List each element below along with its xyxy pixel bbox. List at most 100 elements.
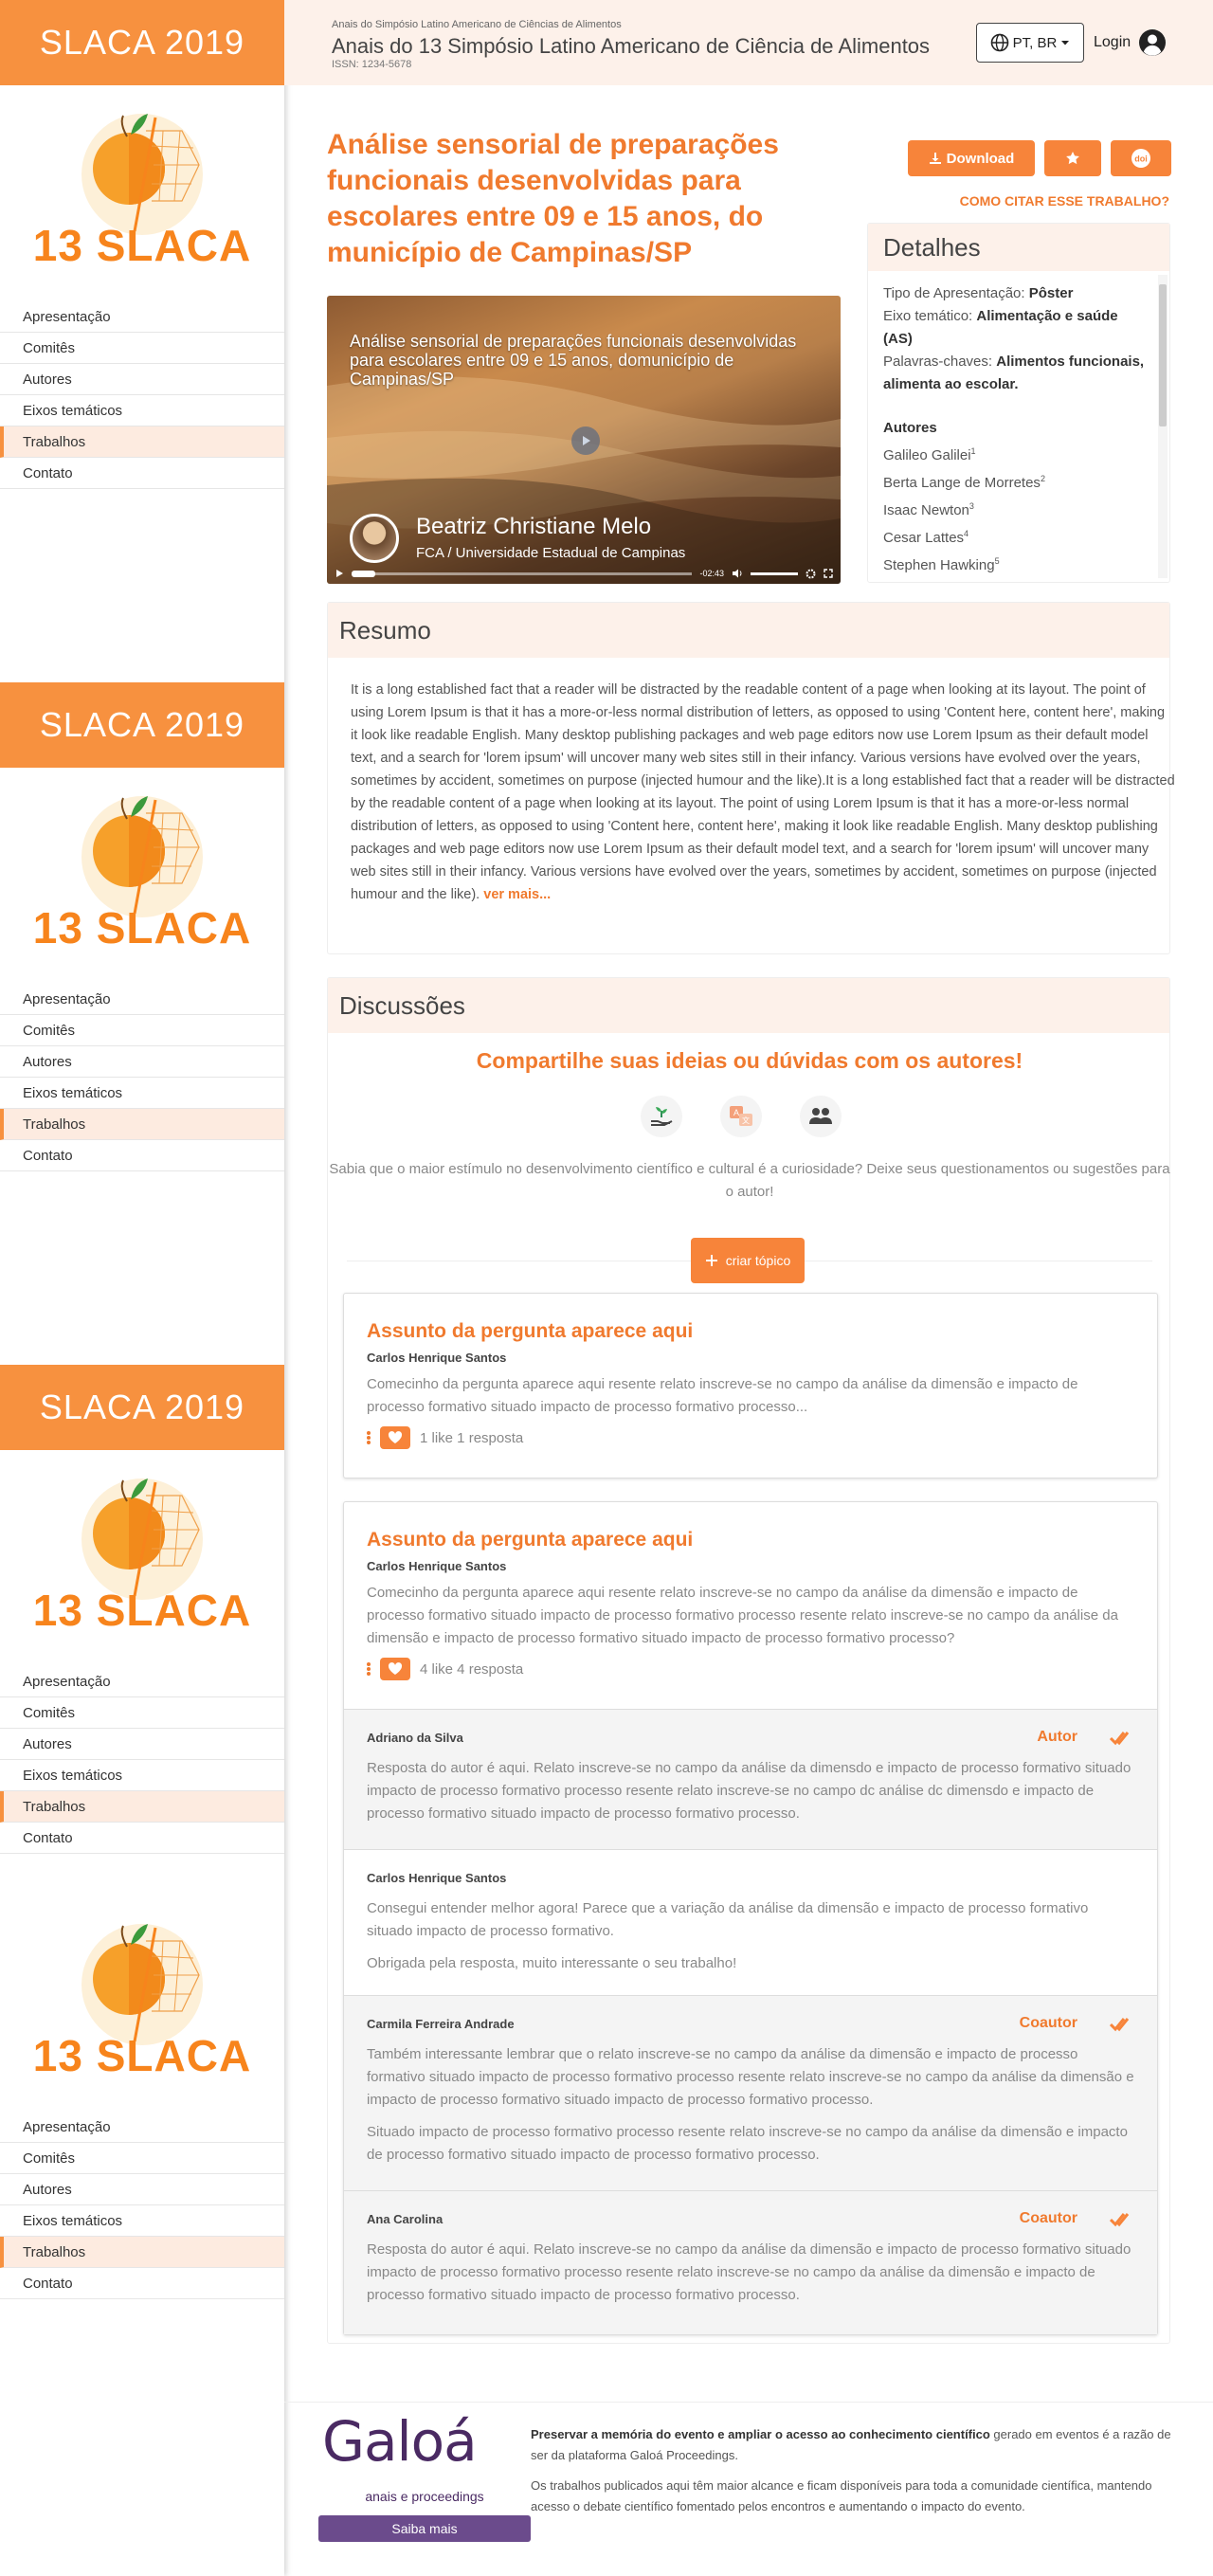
footer-text: Preservar a memória do evento e ampliar … xyxy=(531,2424,1175,2517)
caret-down-icon xyxy=(1061,41,1070,45)
details-scroll-thumb[interactable] xyxy=(1159,284,1167,426)
sidebar-block: SLACA 2019 13 SLACA Apresentação Comitês Aut… xyxy=(0,682,284,1171)
header-title: Anais do 13 Simpósio Latino Americano de… xyxy=(332,34,931,58)
slaca-logo: 13 SLACA xyxy=(0,1450,284,1649)
sidebar-item-eixos-temáticos[interactable]: Eixos temáticos xyxy=(0,395,284,426)
sidebar-item-contato[interactable]: Contato xyxy=(0,1140,284,1171)
language-select[interactable]: PT, BR xyxy=(976,23,1084,63)
sidebar-item-contato[interactable]: Contato xyxy=(0,1823,284,1854)
sidebar-item-apresentação[interactable]: Apresentação xyxy=(0,984,284,1015)
video-player[interactable]: Análise sensorial de preparações funcion… xyxy=(327,296,841,584)
event-banner: SLACA 2019 xyxy=(0,0,284,85)
reply-author: Carmila Ferreira Andrade xyxy=(367,2017,515,2031)
sidebar-item-comitês[interactable]: Comitês xyxy=(0,1015,284,1046)
like-button[interactable] xyxy=(380,1426,410,1449)
heart-icon xyxy=(388,1431,403,1443)
sidebar-item-autores[interactable]: Autores xyxy=(0,1046,284,1078)
author-name: Stephen Hawking xyxy=(883,557,995,573)
main-content: Análise sensorial de preparações funcion… xyxy=(284,85,1213,2576)
sidebar-item-trabalhos[interactable]: Trabalhos xyxy=(0,1791,284,1823)
sidebar-item-trabalhos[interactable]: Trabalhos xyxy=(0,2237,284,2268)
globe-icon xyxy=(990,33,1008,52)
author-item[interactable]: Isaac Newton3 xyxy=(883,495,1149,522)
authors-list: Galileo Galilei1 Berta Lange de Morretes2… xyxy=(883,440,1149,577)
discussions-card: Discussões Compartilhe suas ideias ou dú… xyxy=(327,977,1170,2344)
reply-text: Consegui entender melhor agora! Parece q… xyxy=(367,1897,1134,1975)
fullscreen-icon[interactable] xyxy=(824,569,833,578)
settings-icon[interactable] xyxy=(806,569,816,579)
author-affiliation-index: 5 xyxy=(994,556,1000,566)
read-more-link[interactable]: ver mais... xyxy=(483,887,551,902)
volume-icon[interactable] xyxy=(732,569,743,578)
reply-paragraph: Resposta do autor é aqui. Relato inscrev… xyxy=(367,1760,1132,1822)
sidebar-item-comitês[interactable]: Comitês xyxy=(0,333,284,364)
sidebar-item-comitês[interactable]: Comitês xyxy=(0,2143,284,2174)
sidebar-item-autores[interactable]: Autores xyxy=(0,2174,284,2205)
work-title: Análise sensorial de preparações funcion… xyxy=(327,129,779,268)
more-vertical-icon[interactable] xyxy=(367,1431,371,1444)
doi-icon: doi xyxy=(1132,149,1150,168)
download-button[interactable]: Download xyxy=(908,140,1035,176)
sidebar-item-comitês[interactable]: Comitês xyxy=(0,1697,284,1729)
presenter-affiliation: FCA / Universidade Estadual de Campinas xyxy=(416,545,686,561)
sidebar-item-trabalhos[interactable]: Trabalhos xyxy=(0,426,284,458)
topic-title[interactable]: Assunto da pergunta aparece aqui xyxy=(367,1320,693,1343)
video-progress[interactable] xyxy=(352,570,693,577)
details-scrollbar[interactable] xyxy=(1158,275,1168,578)
sidebar-item-trabalhos[interactable]: Trabalhos xyxy=(0,1109,284,1140)
topic-card[interactable]: Assunto da pergunta aparece aqui Carlos … xyxy=(343,1293,1158,1478)
author-item[interactable]: Cesar Lattes4 xyxy=(883,522,1149,550)
more-vertical-icon[interactable] xyxy=(367,1662,371,1676)
author-item[interactable]: Stephen Hawking5 xyxy=(883,550,1149,577)
footer-text-2: Os trabalhos publicados aqui têm maior a… xyxy=(531,2478,1152,2513)
plus-icon xyxy=(705,1255,717,1266)
sidebar-item-apresentação[interactable]: Apresentação xyxy=(0,1666,284,1697)
author-item[interactable]: Berta Lange de Morretes2 xyxy=(883,467,1149,495)
topic-title[interactable]: Assunto da pergunta aparece aqui xyxy=(367,1529,693,1551)
star-icon xyxy=(1066,152,1079,165)
check-icon xyxy=(1110,2213,1130,2227)
slaca-logo: 13 SLACA xyxy=(0,768,284,967)
topic-stats: 1 like 1 resposta xyxy=(420,1429,524,1446)
volume-slider[interactable] xyxy=(751,571,798,575)
reply-role: Coautor xyxy=(1019,2015,1077,2031)
sidebar-item-eixos-temáticos[interactable]: Eixos temáticos xyxy=(0,1760,284,1791)
video-time: -02:43 xyxy=(699,569,724,578)
sidebar-item-contato[interactable]: Contato xyxy=(0,2268,284,2299)
sidebar-item-eixos-temáticos[interactable]: Eixos temáticos xyxy=(0,2205,284,2237)
slaca-logo: 13 SLACA xyxy=(0,1896,284,2095)
details-heading: Detalhes xyxy=(868,224,1169,271)
author-name: Galileo Galilei xyxy=(883,447,971,463)
reply-paragraph: Também interessante lembrar que o relato… xyxy=(367,2046,1134,2108)
new-topic-button[interactable]: criar tópico xyxy=(691,1238,805,1283)
doi-button[interactable]: doi xyxy=(1111,140,1171,176)
learn-more-button[interactable]: Saiba mais xyxy=(318,2515,531,2542)
sidebar-item-apresentação[interactable]: Apresentação xyxy=(0,301,284,333)
favorite-button[interactable] xyxy=(1044,140,1101,176)
logo-text: 13 SLACA xyxy=(32,2031,252,2080)
discussion-icons: A文 xyxy=(641,1096,842,1137)
details-panel: Detalhes Tipo de Apresentação: Pôster Ei… xyxy=(867,223,1170,583)
play-icon xyxy=(583,436,590,445)
reply-paragraph: Consegui entender melhor agora! Parece q… xyxy=(367,1900,1089,1939)
like-button[interactable] xyxy=(380,1658,410,1680)
sidebar-item-autores[interactable]: Autores xyxy=(0,1729,284,1760)
reply-paragraph: Situado impacto de processo formativo pr… xyxy=(367,2124,1128,2163)
author-item[interactable]: Galileo Galilei1 xyxy=(883,440,1149,467)
video-progress-fill xyxy=(352,570,376,577)
sidebar-item-contato[interactable]: Contato xyxy=(0,458,284,489)
play-button[interactable] xyxy=(571,426,600,455)
sidebar-item-apresentação[interactable]: Apresentação xyxy=(0,2112,284,2143)
sidebar-item-autores[interactable]: Autores xyxy=(0,364,284,395)
play-small-icon[interactable] xyxy=(335,569,344,578)
topic-actions: 4 like 4 resposta xyxy=(367,1658,523,1680)
topic-card[interactable]: Assunto da pergunta aparece aqui Carlos … xyxy=(343,1501,1158,2335)
logo-text: 13 SLACA xyxy=(32,221,252,270)
cite-link[interactable]: COMO CITAR ESSE TRABALHO? xyxy=(853,193,1169,209)
heart-icon xyxy=(388,1662,403,1675)
work-actions: Download doi xyxy=(908,140,1171,176)
galoa-subtitle: anais e proceedings xyxy=(365,2489,484,2504)
login-button[interactable]: Login xyxy=(1094,28,1167,57)
sidebar-item-eixos-temáticos[interactable]: Eixos temáticos xyxy=(0,1078,284,1109)
svg-text:文: 文 xyxy=(742,1116,750,1125)
